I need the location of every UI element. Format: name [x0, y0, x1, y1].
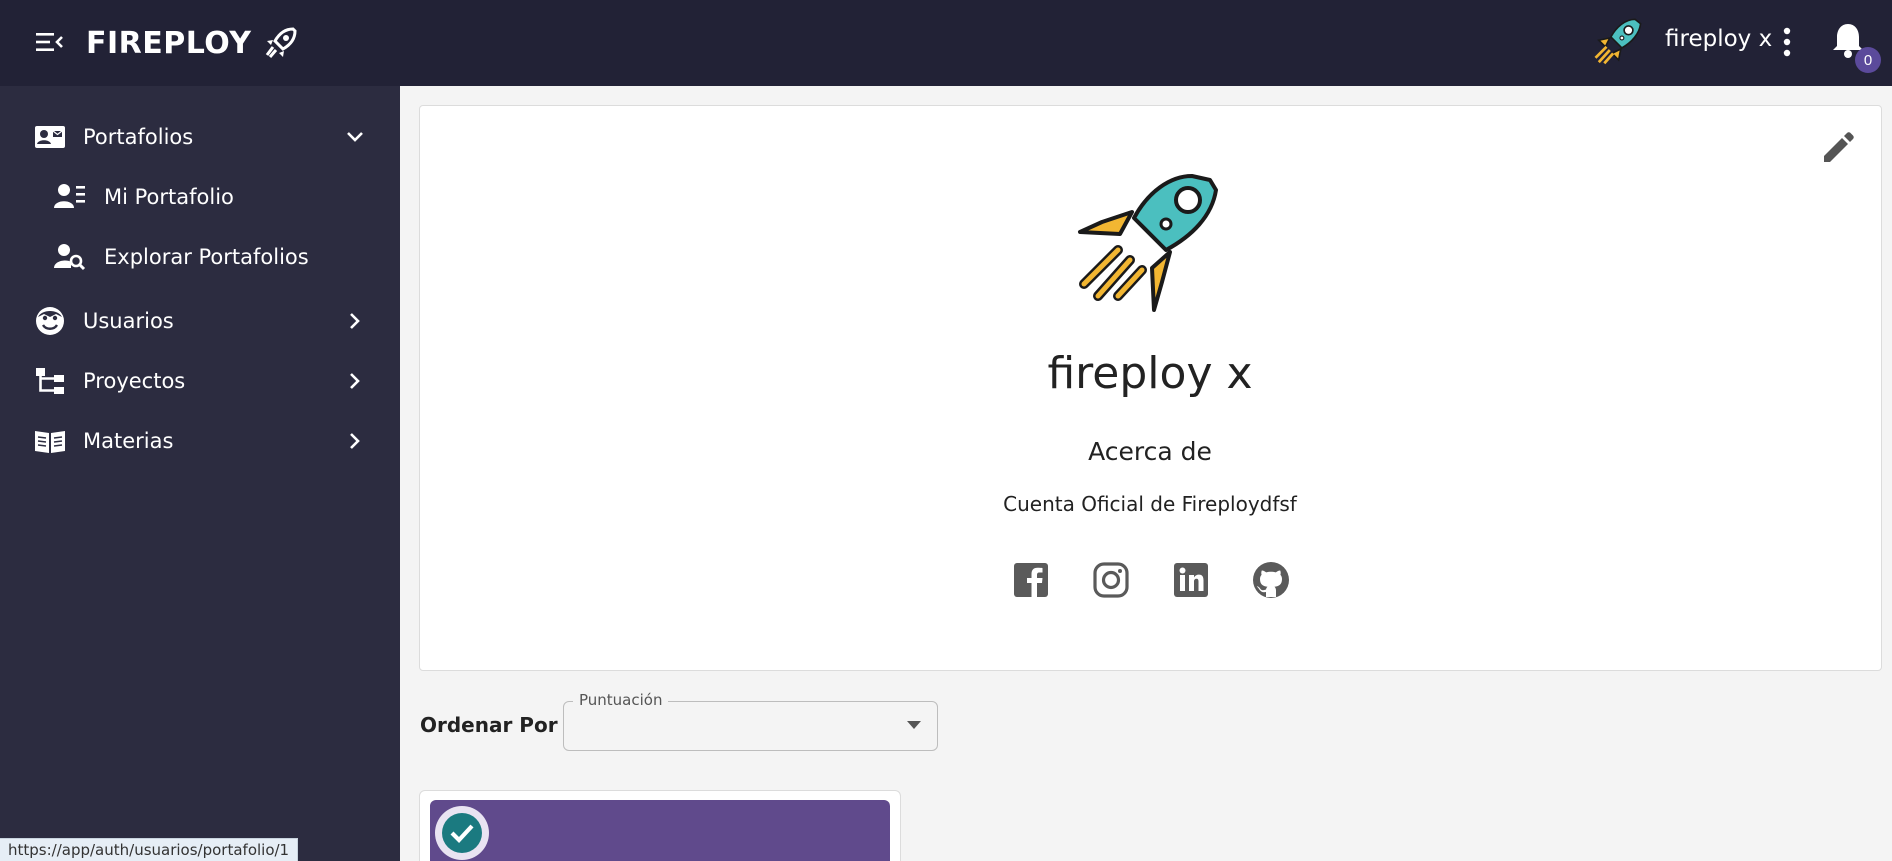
- sidebar-item-label: Usuarios: [83, 309, 174, 333]
- sidebar-item-label: Materias: [83, 429, 174, 453]
- brand-name: FIREPLOY: [86, 25, 252, 61]
- edit-pencil-icon[interactable]: [1820, 130, 1856, 166]
- sidebar-item-portafolios[interactable]: Portafolios: [0, 111, 400, 163]
- about-heading: Acerca de: [1088, 437, 1212, 466]
- sort-select-label: Puntuación: [573, 691, 669, 709]
- user-avatar[interactable]: [1586, 12, 1646, 72]
- face-icon: [36, 307, 64, 335]
- user-name[interactable]: fireploy x: [1665, 26, 1772, 52]
- sidebar-item-label: Mi Portafolio: [104, 185, 234, 209]
- status-bar-url: https://app/auth/usuarios/portafolio/1: [0, 838, 299, 861]
- sidebar: Portafolios Mi Portafolio Explorar Porta…: [0, 86, 400, 861]
- about-text: Cuenta Oficial de Fireploydfsf: [1003, 492, 1297, 516]
- facebook-icon[interactable]: [1011, 560, 1051, 600]
- dropdown-arrow-icon[interactable]: [907, 721, 921, 730]
- top-app-bar: FIREPLOY fireploy x 0: [0, 0, 1892, 86]
- sidebar-item-label: Portafolios: [83, 125, 194, 149]
- profile-name: fireploy x: [1047, 348, 1253, 399]
- portfolio-card-icon: [35, 126, 65, 148]
- user-list-icon: [54, 184, 85, 208]
- linkedin-icon[interactable]: [1171, 560, 1211, 600]
- menu-collapse-icon[interactable]: [36, 30, 64, 54]
- sidebar-item-label: Proyectos: [83, 369, 186, 393]
- book-icon: [35, 431, 65, 453]
- chevron-right-icon: [350, 433, 360, 449]
- hierarchy-icon: [36, 368, 64, 394]
- chevron-right-icon: [350, 373, 360, 389]
- github-icon[interactable]: [1251, 560, 1291, 600]
- check-circle-icon: [435, 806, 489, 860]
- instagram-icon[interactable]: [1091, 560, 1131, 600]
- rocket-icon: [266, 27, 297, 58]
- profile-avatar-rocket: [1078, 174, 1218, 312]
- chevron-right-icon: [350, 313, 360, 329]
- project-card-banner: [430, 800, 890, 861]
- sidebar-item-mi-portafolio[interactable]: Mi Portafolio: [0, 171, 400, 223]
- notification-count-badge: 0: [1855, 47, 1881, 73]
- brand-logo[interactable]: FIREPLOY: [86, 20, 299, 66]
- sidebar-item-label: Explorar Portafolios: [104, 245, 309, 269]
- user-search-icon: [54, 244, 86, 271]
- sort-label: Ordenar Por: [420, 713, 558, 737]
- sidebar-item-proyectos[interactable]: Proyectos: [0, 355, 400, 407]
- more-vert-icon[interactable]: [1776, 26, 1798, 58]
- sidebar-item-usuarios[interactable]: Usuarios: [0, 295, 400, 347]
- sidebar-item-explorar-portafolios[interactable]: Explorar Portafolios: [0, 231, 400, 283]
- chevron-down-icon: [347, 132, 363, 142]
- sidebar-item-materias[interactable]: Materias: [0, 415, 400, 467]
